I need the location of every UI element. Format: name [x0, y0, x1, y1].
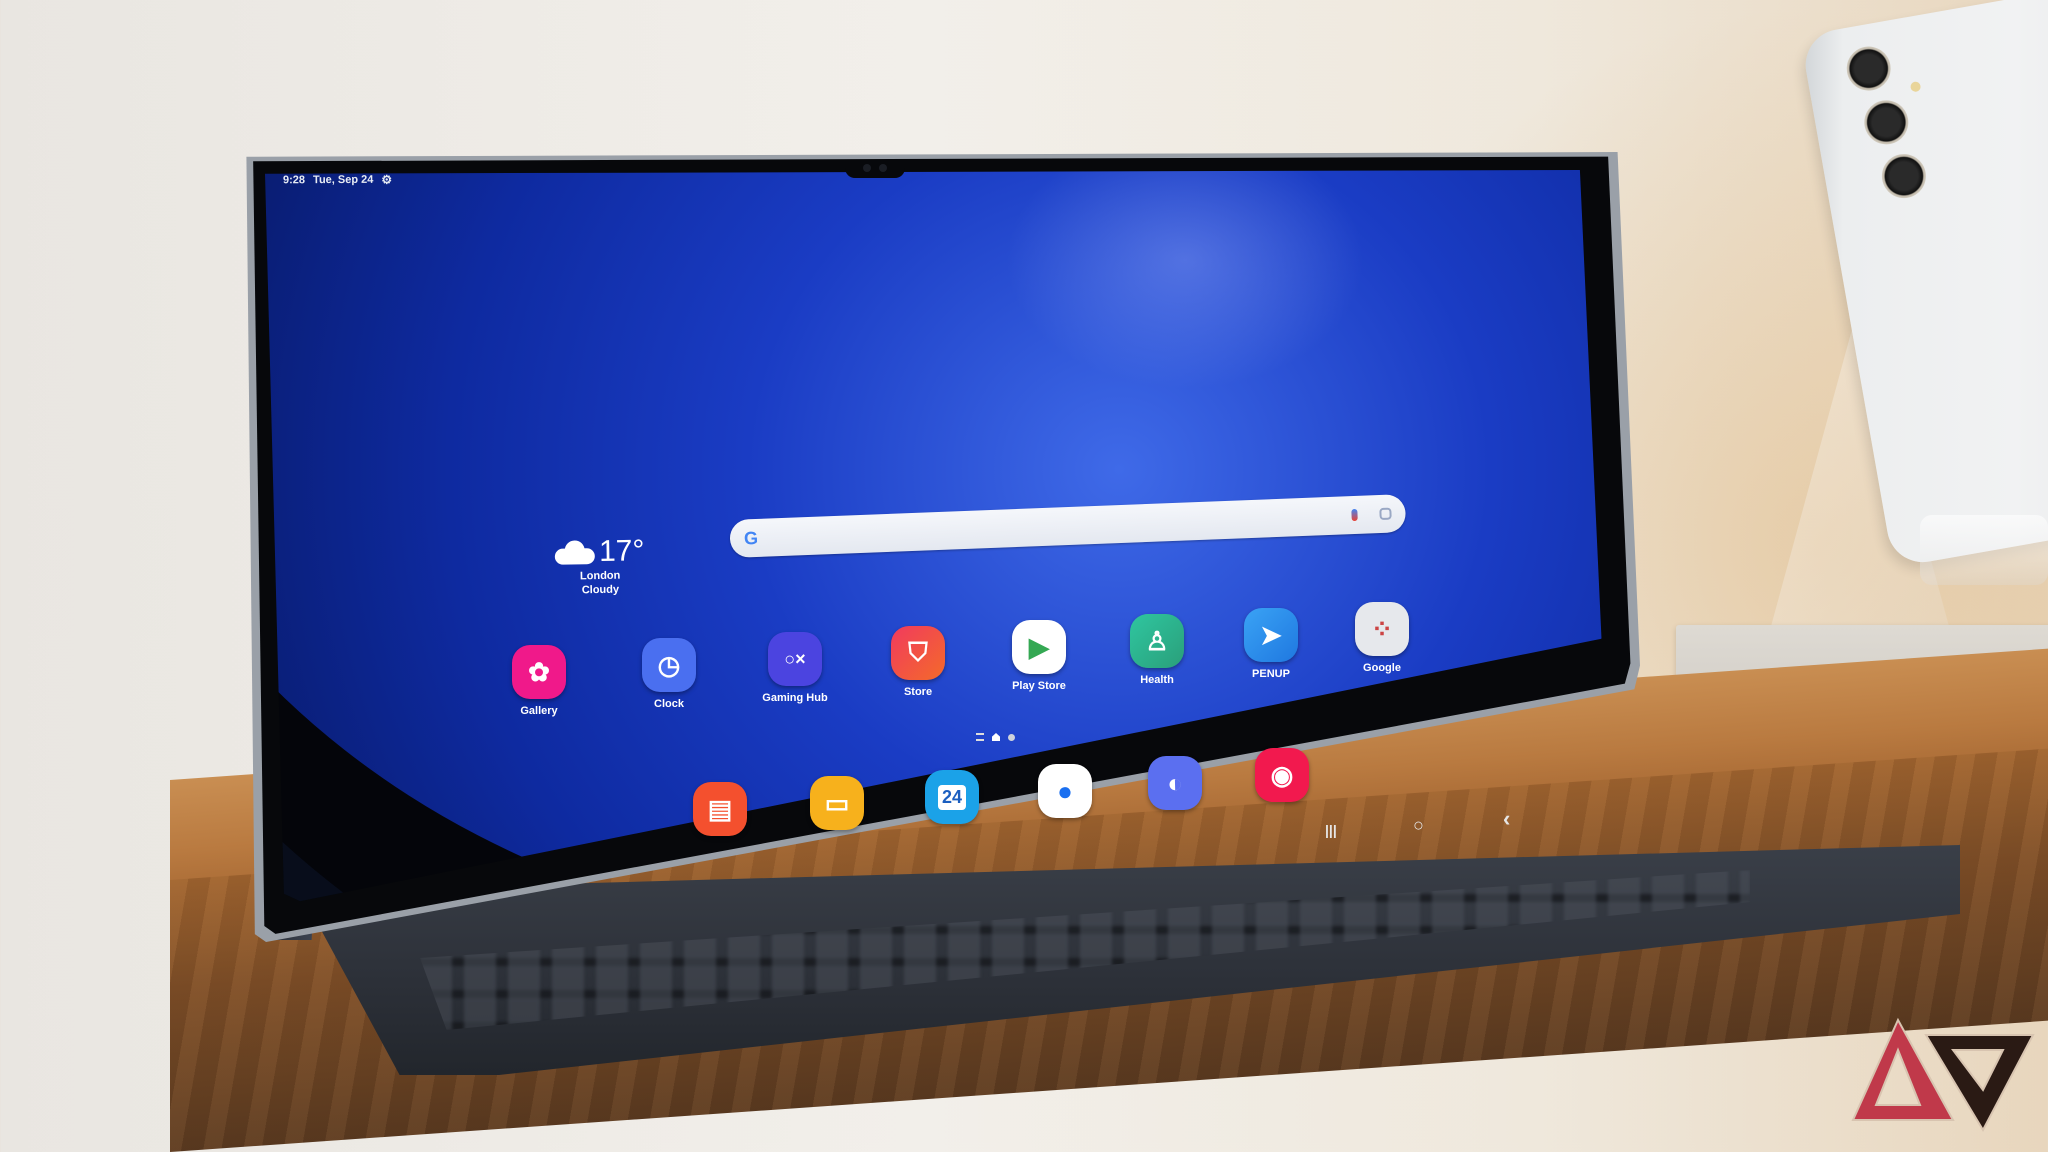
icon-glyph: ⁘ — [1371, 613, 1393, 644]
icon-glyph: ▭ — [824, 787, 850, 818]
icon-glyph: 24 — [937, 784, 967, 810]
camera-notch — [845, 162, 905, 178]
icon-glyph: ▤ — [707, 793, 733, 824]
health-icon: ♙ — [1130, 614, 1184, 668]
camera-lens-icon — [1878, 150, 1930, 202]
internet-icon: ◐ — [1148, 756, 1202, 810]
app-label: Store — [903, 686, 933, 698]
app-label: Gaming Hub — [762, 692, 828, 704]
dock-internet[interactable]: ◐ — [1120, 756, 1230, 810]
recents-button[interactable]: ||| — [1325, 822, 1337, 838]
app-clock[interactable]: ◷ Clock — [614, 638, 724, 710]
camera-lens-icon — [1843, 43, 1895, 95]
penup-icon: ➤ — [1244, 608, 1298, 662]
front-camera-icon — [863, 164, 871, 172]
icon-glyph: ● — [1057, 775, 1073, 806]
weather-condition: Cloudy — [581, 583, 620, 597]
icon-glyph: ✿ — [528, 656, 550, 687]
messages-icon: ● — [1038, 764, 1092, 818]
icon-glyph: ◉ — [1270, 759, 1294, 790]
app-penup[interactable]: ➤ PENUP — [1216, 608, 1326, 680]
app-health[interactable]: ♙ Health — [1102, 614, 1212, 686]
screen-glare — [1005, 170, 1365, 390]
dock-samsung-notes[interactable]: ▤ — [665, 782, 775, 836]
search-input[interactable] — [758, 515, 1352, 538]
camera-icon: ◉ — [1255, 748, 1309, 802]
android-police-logo-icon — [1851, 1017, 2035, 1133]
icon-glyph: ♙ — [1145, 625, 1169, 656]
app-label: Play Store — [1012, 680, 1066, 692]
play-store-icon: ▶ — [1012, 620, 1066, 674]
notes-icon: ▤ — [693, 782, 747, 836]
app-label: Health — [1140, 674, 1174, 686]
icon-glyph: ◐ — [1167, 767, 1183, 798]
dock-calendar[interactable]: 24 — [897, 770, 1007, 824]
back-button[interactable]: ‹ — [1503, 806, 1510, 832]
page-list-icon[interactable] — [976, 733, 984, 741]
dock-camera[interactable]: ◉ — [1227, 748, 1337, 802]
icon-glyph: ○× — [784, 648, 806, 669]
clock-icon: ◷ — [642, 638, 696, 692]
app-store[interactable]: ⛉ Store — [863, 626, 973, 698]
page-indicator[interactable] — [976, 733, 1015, 741]
gaming-hub-icon: ○× — [768, 632, 822, 686]
google-logo-icon: G — [744, 527, 759, 549]
app-label: Clock — [654, 698, 684, 710]
shopping-bag-icon: ⛉ — [891, 626, 945, 680]
flower-icon: ✿ — [512, 645, 566, 699]
folder-icon: ⁘ — [1355, 602, 1409, 656]
app-label: PENUP — [1252, 668, 1290, 680]
cloud-icon — [555, 540, 595, 565]
icon-glyph: ➤ — [1260, 619, 1282, 650]
dock-my-files[interactable]: ▭ — [782, 776, 892, 830]
sensor-icon — [879, 164, 887, 172]
app-play-store[interactable]: ▶ Play Store — [984, 620, 1094, 692]
home-page-icon[interactable] — [992, 733, 1000, 741]
mic-icon[interactable] — [1351, 508, 1358, 522]
calendar-icon: 24 — [925, 770, 979, 824]
icon-glyph: ◷ — [657, 649, 681, 680]
app-google-folder[interactable]: ⁘ Google — [1327, 602, 1437, 674]
status-date: Tue, Sep 24 — [313, 173, 374, 187]
app-label: Google — [1363, 662, 1401, 674]
app-gallery[interactable]: ✿ Gallery — [484, 645, 594, 717]
status-time: 9:28 — [282, 174, 306, 187]
phone-stand-base — [1920, 515, 2048, 585]
gear-icon[interactable]: ⚙ — [381, 173, 392, 187]
weather-widget[interactable]: 17° London Cloudy — [539, 534, 660, 598]
app-gaming-hub[interactable]: ○× Gaming Hub — [740, 632, 850, 704]
flash-icon — [1909, 80, 1922, 93]
weather-temperature: 17° — [598, 534, 645, 569]
lens-icon[interactable] — [1379, 507, 1392, 521]
google-logo-text: G — [743, 527, 759, 548]
icon-glyph: ⛉ — [908, 637, 928, 667]
dock-messages[interactable]: ● — [1010, 764, 1120, 818]
status-bar[interactable]: 9:28 Tue, Sep 24 ⚙ — [283, 173, 392, 188]
home-button[interactable]: ○ — [1413, 815, 1424, 836]
folder-icon: ▭ — [810, 776, 864, 830]
page-dot[interactable] — [1008, 733, 1015, 741]
icon-glyph: ▶ — [1029, 631, 1049, 662]
camera-lens-icon — [1860, 96, 1912, 148]
app-label: Gallery — [520, 705, 558, 717]
